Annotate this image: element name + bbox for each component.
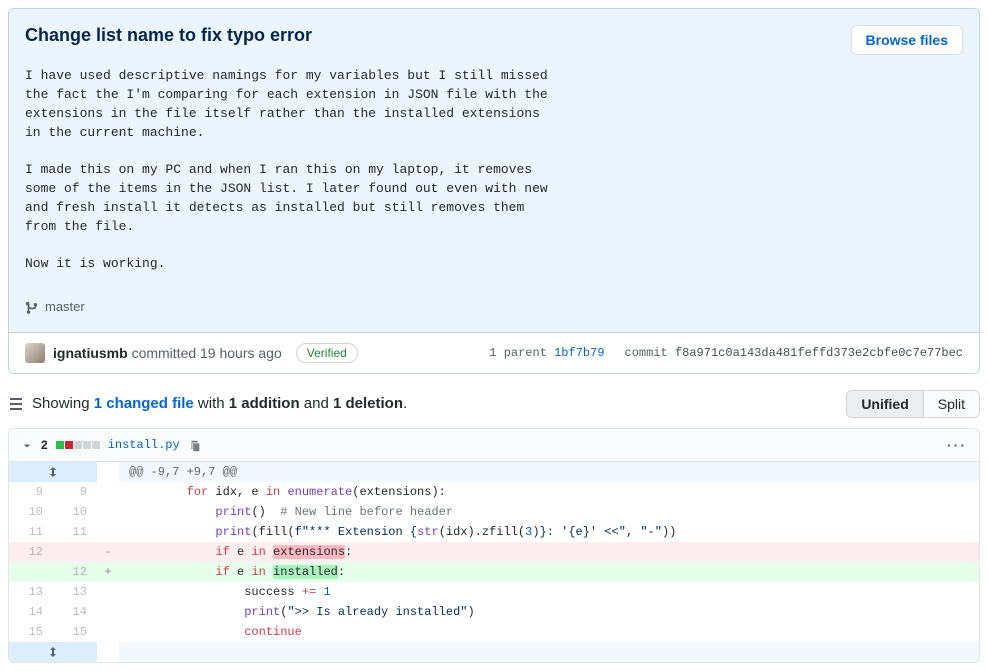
git-branch-icon — [25, 298, 39, 315]
diff-line-context: 1313 success += 1 — [9, 582, 979, 602]
diff-line-context: 1515 continue — [9, 622, 979, 642]
line-marker — [97, 602, 119, 622]
split-button[interactable]: Split — [923, 391, 979, 417]
line-marker: - — [97, 542, 119, 562]
line-num-old[interactable]: 12 — [9, 542, 53, 562]
committed-text: committed 19 hours ago — [132, 345, 282, 361]
line-num-new[interactable]: 9 — [53, 482, 97, 502]
branch-name[interactable]: master — [45, 299, 85, 314]
line-num-old[interactable]: 14 — [9, 602, 53, 622]
copy-path-icon[interactable] — [188, 437, 202, 453]
line-num-old[interactable]: 13 — [9, 582, 53, 602]
additions-count: 1 addition — [229, 395, 300, 412]
line-marker — [97, 622, 119, 642]
avatar[interactable] — [25, 343, 45, 363]
line-num-old[interactable]: 10 — [9, 502, 53, 522]
line-marker — [97, 522, 119, 542]
showing-label: Showing — [32, 395, 90, 412]
diff-line-context: 99 for idx, e in enumerate(extensions): — [9, 482, 979, 502]
line-num-new[interactable]: 12 — [53, 562, 97, 582]
file-header: 2 install.py ··· — [9, 429, 979, 462]
unified-button[interactable]: Unified — [847, 391, 922, 417]
line-num-new[interactable]: 10 — [53, 502, 97, 522]
deletions-count: 1 deletion — [333, 395, 403, 412]
author-link[interactable]: ignatiusmb — [53, 345, 128, 361]
diff-line-context: 1111 print(fill(f"*** Extension {str(idx… — [9, 522, 979, 542]
commit-hash: f8a971c0a143da481feffd373e2cbfe0c7e77bec — [675, 346, 963, 360]
commit-box: Change list name to fix typo error Brows… — [8, 8, 980, 374]
commit-title: Change list name to fix typo error — [25, 25, 312, 46]
file-name-link[interactable]: install.py — [108, 438, 180, 452]
hunk-header-row: @@ -9,7 +9,7 @@ — [9, 462, 979, 482]
line-num-old[interactable]: 15 — [9, 622, 53, 642]
commit-meta-row: ignatiusmb committed 19 hours ago Verifi… — [9, 332, 979, 373]
code-content: success += 1 — [119, 582, 979, 602]
line-num-new[interactable] — [53, 542, 97, 562]
line-marker — [97, 502, 119, 522]
code-content: if e in installed: — [119, 562, 979, 582]
diff-line-deletion: 12 - if e in extensions: — [9, 542, 979, 562]
diff-summary-row: Showing 1 changed file with 1 addition a… — [8, 390, 980, 418]
code-content: for idx, e in enumerate(extensions): — [119, 482, 979, 502]
file-diff-box: 2 install.py ··· @@ -9,7 +9,7 @@99 for i… — [8, 428, 980, 663]
file-diff-icon[interactable] — [8, 395, 24, 412]
line-num-new[interactable]: 14 — [53, 602, 97, 622]
code-content: print(fill(f"*** Extension {str(idx).zfi… — [119, 522, 979, 542]
line-num-new[interactable]: 13 — [53, 582, 97, 602]
file-change-count: 2 — [41, 438, 48, 452]
file-menu-icon[interactable]: ··· — [947, 437, 967, 453]
diff-line-context: 1010 print() # New line before header — [9, 502, 979, 522]
commit-info: commit f8a971c0a143da481feffd373e2cbfe0c… — [625, 346, 963, 360]
diff-table: @@ -9,7 +9,7 @@99 for idx, e in enumerat… — [9, 462, 979, 662]
browse-files-button[interactable]: Browse files — [851, 25, 963, 55]
parent-info: 1 parent 1bf7b79 — [489, 346, 604, 360]
line-num-new[interactable]: 11 — [53, 522, 97, 542]
chevron-down-icon[interactable] — [21, 437, 33, 453]
commit-header: Change list name to fix typo error Brows… — [9, 9, 979, 290]
diff-line-addition: 12+ if e in installed: — [9, 562, 979, 582]
expand-icon[interactable] — [9, 642, 97, 662]
diff-view-toggle: Unified Split — [846, 390, 980, 418]
code-content: if e in extensions: — [119, 542, 979, 562]
parent-hash-link[interactable]: 1bf7b79 — [554, 346, 604, 360]
line-num-old[interactable]: 11 — [9, 522, 53, 542]
hunk-header-row — [9, 642, 979, 662]
line-marker — [97, 482, 119, 502]
expand-icon[interactable] — [9, 462, 97, 482]
verified-badge[interactable]: Verified — [296, 343, 358, 363]
hunk-header — [119, 642, 979, 662]
commit-description: I have used descriptive namings for my v… — [25, 67, 625, 274]
diff-line-context: 1414 print(">> Is already installed") — [9, 602, 979, 622]
code-content: print() # New line before header — [119, 502, 979, 522]
line-marker: + — [97, 562, 119, 582]
line-num-old[interactable] — [9, 562, 53, 582]
line-num-new[interactable]: 15 — [53, 622, 97, 642]
diffstat-icon — [56, 441, 100, 449]
code-content: continue — [119, 622, 979, 642]
line-num-old[interactable]: 9 — [9, 482, 53, 502]
line-marker — [97, 582, 119, 602]
code-content: print(">> Is already installed") — [119, 602, 979, 622]
changed-files-link[interactable]: 1 changed file — [94, 395, 194, 412]
hunk-header: @@ -9,7 +9,7 @@ — [119, 462, 979, 482]
branch-row: master — [9, 290, 979, 331]
